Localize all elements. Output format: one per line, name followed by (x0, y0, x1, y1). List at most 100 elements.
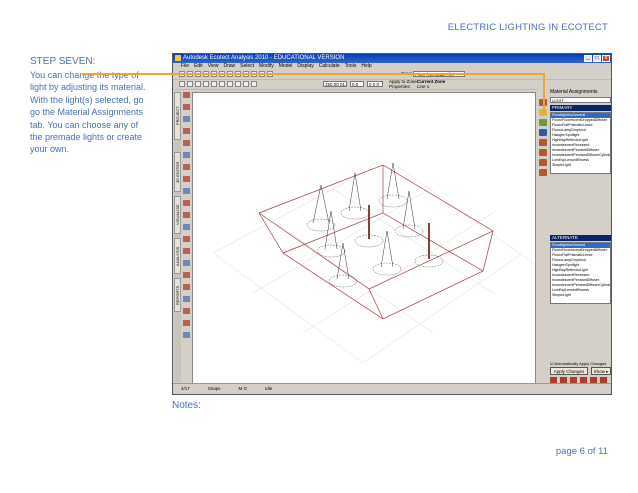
rectangle-tool-icon[interactable] (195, 81, 201, 87)
list-item[interactable]: SimpleLight (551, 293, 610, 298)
instruction-line: tab. You can choose any of (30, 119, 139, 130)
element-type-select[interactable]: LIGHT (550, 97, 611, 103)
section-header: ELECTRIC LIGHTING IN ECOTECT (447, 22, 608, 33)
menu-draw[interactable]: Draw (223, 63, 235, 70)
cursor-tool-icon[interactable] (183, 296, 190, 302)
apply-changes-button[interactable]: Apply Changes (550, 367, 588, 375)
menu-display[interactable]: Display (297, 63, 313, 70)
line-tool-icon[interactable] (187, 81, 193, 87)
step-title: STEP SEVEN: (30, 56, 96, 67)
light-tool-icon[interactable] (211, 81, 217, 87)
show-button[interactable]: Show ▸ (591, 367, 611, 375)
status-snaps[interactable]: Snaps (208, 384, 221, 394)
plane-tool-icon[interactable] (183, 128, 190, 134)
list-item[interactable]: SimpleLight (551, 163, 610, 168)
coordinate-field[interactable]: 150.00 01.0.0 (323, 81, 347, 87)
callout-connector-line (82, 73, 544, 75)
window-tool-icon[interactable] (183, 152, 190, 158)
shading-tab-icon[interactable] (539, 149, 547, 156)
pan-tool-icon[interactable] (183, 332, 190, 338)
appliance-tool-icon[interactable] (183, 188, 190, 194)
menu-model[interactable]: Model (279, 63, 293, 70)
measure-tool-icon[interactable] (183, 260, 190, 266)
door-tool-icon[interactable] (183, 164, 190, 170)
room-model-drawing (212, 162, 534, 364)
analysis-tab-icon[interactable] (539, 159, 547, 166)
zone-tab-icon[interactable] (539, 129, 547, 136)
menu-bar: File Edit View Draw Select Modify Model … (173, 63, 611, 70)
menu-calculate[interactable]: Calculate (319, 63, 340, 70)
ecotect-window: Autodesk Ecotect Analysis 2010 - EDUCATI… (172, 53, 612, 395)
status-bar: 4/17 Snaps M G Idle (173, 383, 611, 394)
menu-edit[interactable]: Edit (194, 63, 203, 70)
tab-visualise[interactable]: VISUALISE (174, 196, 181, 234)
scale-icon[interactable] (235, 81, 241, 87)
primary-material-list[interactable]: FloodlightIncGeneral FluoroFluorescentDr… (550, 112, 611, 174)
snap-tool-icon[interactable] (183, 284, 190, 290)
menu-help[interactable]: Help (361, 63, 371, 70)
instruction-line: go the Material Assignments (30, 107, 144, 118)
status-state: Idle (265, 386, 273, 391)
select-tool-icon[interactable] (183, 92, 190, 98)
page-tabs: PROJECT 3D EDITOR VISUALISE ANALYSIS REP… (174, 92, 181, 382)
light-fixtures (312, 162, 416, 280)
pointer-icon[interactable] (179, 81, 185, 87)
maximize-button[interactable]: □ (593, 55, 601, 62)
text-tool-icon[interactable] (183, 272, 190, 278)
instruction-line: You can change the type of (30, 70, 139, 80)
alternate-material-list[interactable]: FloodlightIncGeneral FluoroFluorescentDr… (550, 242, 611, 304)
menu-select[interactable]: Select (240, 63, 254, 70)
alternate-header: ALTERNATE (550, 235, 611, 241)
room-box (258, 164, 494, 320)
camera-tool-icon[interactable] (183, 212, 190, 218)
spline-tool-icon[interactable] (183, 224, 190, 230)
panel-title: Material Assignments (550, 89, 598, 95)
visibility-tab-icon[interactable] (539, 139, 547, 146)
draw-tools-group (179, 81, 257, 87)
window-title: Autodesk Ecotect Analysis 2010 - EDUCATI… (183, 55, 345, 61)
window-titlebar[interactable]: Autodesk Ecotect Analysis 2010 - EDUCATI… (173, 54, 611, 63)
tab-analysis[interactable]: ANALYSIS (174, 238, 181, 274)
tab-reports[interactable]: REPORTS (174, 278, 181, 312)
instruction-line: With the light(s) selected, go (30, 94, 144, 105)
tag-tool-icon[interactable] (183, 320, 190, 326)
minimize-button[interactable]: _ (584, 55, 592, 62)
move-icon[interactable] (219, 81, 225, 87)
auto-apply-checkbox[interactable]: ☑ Automatically Apply Changes (550, 361, 606, 366)
drawing-toolbox (182, 92, 191, 382)
tab-project[interactable]: PROJECT (174, 92, 181, 140)
offset-field[interactable]: 0.0 (350, 81, 364, 87)
tab-3d-editor[interactable]: 3D EDITOR (174, 152, 181, 192)
polygon-tool-icon[interactable] (203, 81, 209, 87)
selection-tab-icon[interactable] (539, 119, 547, 126)
zone-tool-icon[interactable] (183, 140, 190, 146)
rotate-icon[interactable] (227, 81, 233, 87)
app-icon (175, 55, 181, 61)
properties-label: Properties: (389, 84, 411, 89)
material-assignments-panel: Material Assignments LIGHT PRIMARY Flood… (538, 81, 611, 386)
instruction-line: the premade lights or create (30, 132, 143, 143)
extrude-icon[interactable] (251, 81, 257, 87)
vector-field[interactable]: 0 0 0 (367, 81, 383, 87)
menu-tools[interactable]: Tools (345, 63, 357, 70)
notes-label: Notes: (172, 400, 201, 411)
properties-value[interactable]: Line 1 (417, 84, 429, 89)
menu-file[interactable]: File (181, 63, 189, 70)
status-mode: M G (238, 386, 248, 391)
mirror-icon[interactable] (243, 81, 249, 87)
speaker-tool-icon[interactable] (183, 200, 190, 206)
close-button[interactable]: x (602, 55, 610, 62)
point-tool-icon[interactable] (183, 104, 190, 110)
menu-view[interactable]: View (208, 63, 219, 70)
light-tool-icon[interactable] (183, 176, 190, 182)
polyline-tool-icon[interactable] (183, 248, 190, 254)
settings-tab-icon[interactable] (539, 169, 547, 176)
page-number: page 6 of 11 (555, 446, 608, 457)
menu-modify[interactable]: Modify (259, 63, 274, 70)
model-viewport[interactable] (192, 92, 536, 384)
light-distribution-circles (306, 194, 444, 288)
callout-connector-arrow (543, 73, 545, 115)
curve-tool-icon[interactable] (183, 236, 190, 242)
line-tool-icon[interactable] (183, 116, 190, 122)
delete-tool-icon[interactable] (183, 308, 190, 314)
